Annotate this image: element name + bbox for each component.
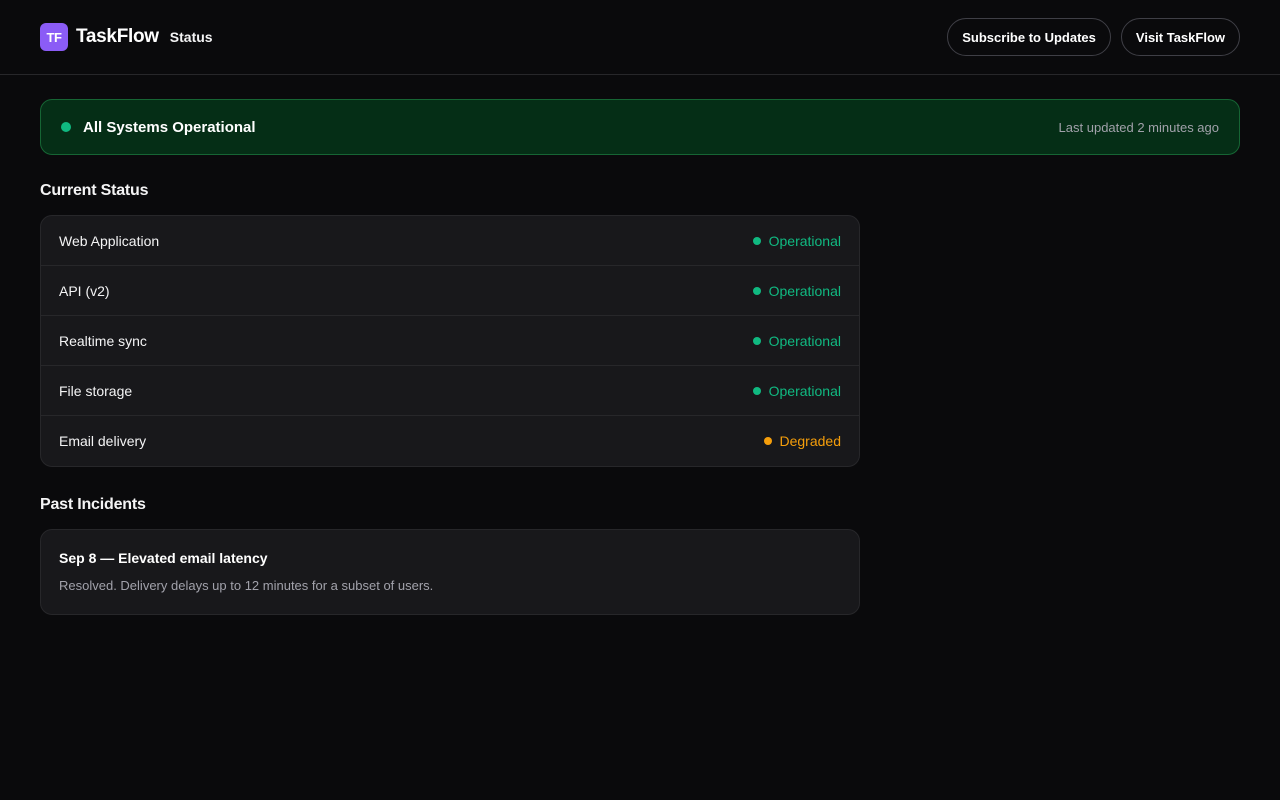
service-name: Realtime sync bbox=[59, 332, 147, 349]
incident-title: Sep 8 — Elevated email latency bbox=[59, 550, 268, 566]
brand-name: TaskFlow bbox=[76, 26, 159, 47]
header-actions: Subscribe to Updates Visit TaskFlow bbox=[947, 18, 1240, 56]
status-dot-icon bbox=[763, 437, 772, 445]
status-dot-icon bbox=[752, 286, 761, 295]
service-name: File storage bbox=[59, 382, 133, 399]
overall-status-banner: All Systems Operational Last updated 2 m… bbox=[40, 99, 1240, 155]
status-label: Operational bbox=[768, 332, 841, 349]
status-label: Operational bbox=[768, 232, 841, 249]
status-label: Degraded bbox=[779, 433, 842, 449]
status-label: Operational bbox=[768, 382, 841, 399]
service-row: API (v2) Operational bbox=[41, 266, 859, 316]
service-status: Degraded bbox=[763, 433, 842, 449]
taskflow-logo: TF bbox=[40, 23, 68, 51]
status-dot-icon bbox=[61, 122, 71, 132]
service-status: Operational bbox=[752, 382, 841, 399]
service-name: Email delivery bbox=[59, 433, 147, 449]
service-row: File storage Operational bbox=[41, 366, 859, 416]
services-list: Web Application Operational API (v2) Ope… bbox=[40, 215, 860, 467]
visit-taskflow-button[interactable]: Visit TaskFlow bbox=[1120, 18, 1240, 56]
incident-description: Resolved. Delivery delays up to 12 minut… bbox=[59, 578, 434, 593]
brand[interactable]: TF TaskFlow Status bbox=[40, 23, 213, 51]
past-incidents-title: Past Incidents bbox=[40, 496, 146, 513]
current-status-title: Current Status bbox=[40, 182, 149, 199]
incident-card: Sep 8 — Elevated email latency Resolved.… bbox=[40, 529, 860, 615]
service-status: Operational bbox=[752, 332, 841, 349]
banner-status: All Systems Operational bbox=[61, 119, 256, 136]
subscribe-button[interactable]: Subscribe to Updates bbox=[947, 18, 1111, 56]
status-dot-icon bbox=[752, 386, 761, 395]
service-status: Operational bbox=[752, 282, 841, 299]
service-row: Web Application Operational bbox=[41, 216, 859, 266]
main-content: All Systems Operational Last updated 2 m… bbox=[0, 75, 1280, 615]
service-name: API (v2) bbox=[59, 282, 110, 299]
site-header: TF TaskFlow Status Subscribe to Updates … bbox=[0, 0, 1280, 75]
service-name: Web Application bbox=[59, 232, 160, 249]
status-dot-icon bbox=[752, 336, 761, 345]
banner-title: All Systems Operational bbox=[83, 118, 256, 136]
status-label: Operational bbox=[768, 282, 841, 299]
last-updated: Last updated 2 minutes ago bbox=[1058, 119, 1219, 135]
service-status: Operational bbox=[752, 232, 841, 249]
service-row: Realtime sync Operational bbox=[41, 316, 859, 366]
status-dot-icon bbox=[752, 236, 761, 245]
brand-subtitle: Status bbox=[169, 29, 213, 45]
service-row: Email delivery Degraded bbox=[41, 416, 859, 466]
